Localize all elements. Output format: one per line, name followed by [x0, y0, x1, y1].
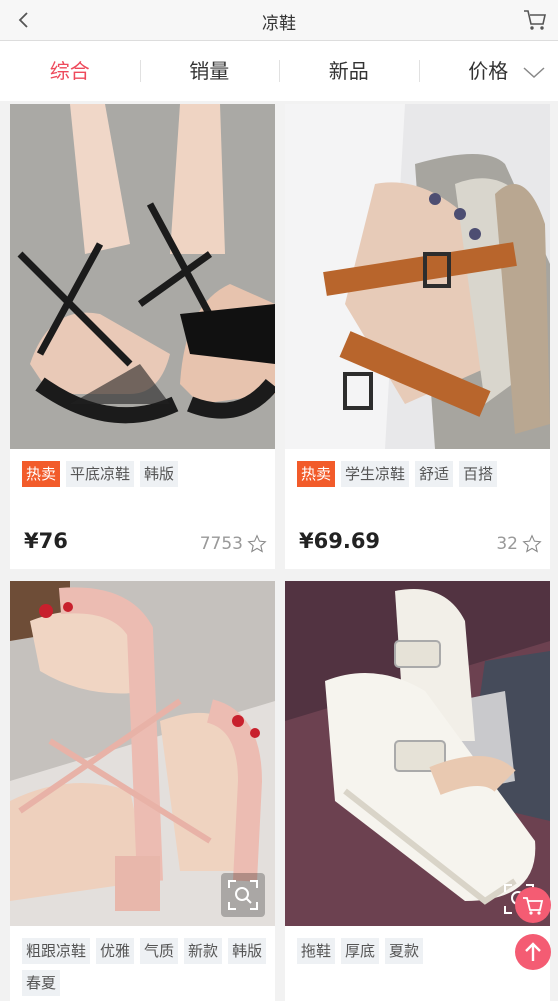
tag: 夏款	[385, 938, 423, 964]
hot-tag: 热卖	[22, 461, 60, 487]
floating-cart-button[interactable]	[515, 887, 551, 923]
favorite-count: 32	[496, 534, 518, 554]
product-image[interactable]	[285, 104, 550, 449]
tag-list: 热卖 学生凉鞋 舒适 百搭	[297, 461, 542, 487]
arrow-up-icon	[515, 934, 551, 970]
back-to-top-button[interactable]	[515, 934, 551, 970]
tag: 气质	[140, 938, 178, 964]
product-image[interactable]	[10, 104, 275, 449]
favorite-count: 7753	[200, 534, 243, 554]
product-image[interactable]	[285, 581, 550, 926]
cart-icon	[515, 887, 551, 923]
tag: 拖鞋	[297, 938, 335, 964]
tag: 学生凉鞋	[341, 461, 409, 487]
zoom-icon[interactable]	[221, 873, 265, 917]
tag: 优雅	[96, 938, 134, 964]
price: ¥69.69	[299, 529, 380, 553]
star-icon[interactable]	[247, 534, 267, 554]
tag: 新款	[184, 938, 222, 964]
tag: 百搭	[459, 461, 497, 487]
cart-icon[interactable]	[522, 7, 548, 33]
tab-comprehensive[interactable]: 综合	[0, 41, 140, 101]
star-icon[interactable]	[522, 534, 542, 554]
product-card[interactable]: 热卖 平底凉鞋 韩版 ¥76 7753	[10, 104, 275, 569]
tag: 厚底	[341, 938, 379, 964]
tag: 春夏	[22, 970, 60, 996]
product-card[interactable]: 热卖 学生凉鞋 舒适 百搭 ¥69.69 32	[285, 104, 550, 569]
tag: 平底凉鞋	[66, 461, 134, 487]
tag: 韩版	[228, 938, 266, 964]
top-bar: 凉鞋	[0, 0, 558, 41]
tag: 舒适	[415, 461, 453, 487]
tab-new[interactable]: 新品	[279, 41, 419, 101]
tag-list: 热卖 平底凉鞋 韩版	[22, 461, 267, 487]
tab-sales[interactable]: 销量	[140, 41, 280, 101]
product-card[interactable]: 粗跟凉鞋 优雅 气质 新款 韩版 春夏	[10, 581, 275, 1001]
tag: 粗跟凉鞋	[22, 938, 90, 964]
tag-list: 粗跟凉鞋 优雅 气质 新款 韩版 春夏	[22, 938, 267, 996]
page-title: 凉鞋	[0, 9, 558, 34]
chevron-down-icon	[522, 65, 546, 79]
tab-price-label: 价格	[468, 59, 508, 83]
tag-list: 拖鞋 厚底 夏款	[297, 938, 542, 964]
tag: 韩版	[140, 461, 178, 487]
product-card[interactable]: 拖鞋 厚底 夏款	[285, 581, 550, 1001]
tab-price[interactable]: 价格	[419, 41, 558, 101]
hot-tag: 热卖	[297, 461, 335, 487]
price: ¥76	[24, 529, 68, 553]
sort-tabs: 综合 销量 新品 价格	[0, 41, 558, 101]
